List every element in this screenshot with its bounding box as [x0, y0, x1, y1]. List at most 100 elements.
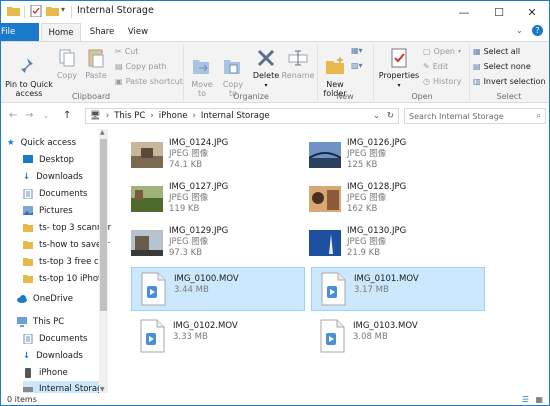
file-item-img-0126[interactable]: IMG_0126.JPG JPEG 图像 125 KB [309, 135, 479, 179]
file-item-img-0102[interactable]: IMG_0102.MOV 3.33 MB [131, 315, 305, 359]
breadcrumb-this-pc[interactable]: This PC [114, 111, 145, 121]
download-icon: ↓ [23, 171, 31, 182]
search-input[interactable]: Search Internal Storage [409, 112, 504, 121]
edit-button[interactable]: ✎ Edit [423, 61, 448, 72]
clipboard-group-label: Clipboard [71, 92, 111, 101]
file-item-img-0127[interactable]: IMG_0127.JPG JPEG 图像 119 KB [131, 179, 301, 223]
details-view-icon[interactable]: ☰ [522, 393, 529, 405]
help-icon[interactable]: ? [532, 25, 543, 36]
breadcrumb-internal-storage[interactable]: Internal Storage [201, 111, 270, 121]
delete-dropdown-icon[interactable]: ▾ [264, 82, 267, 89]
scrollbar-thumb[interactable] [100, 139, 107, 311]
folder-icon [7, 7, 20, 16]
file-item-img-0130[interactable]: IMG_0130.JPG JPEG 图像 21.9 KB [309, 223, 479, 267]
sidebar-item-label: Documents [39, 188, 88, 199]
address-dropdown-icon[interactable]: ⌄ [373, 111, 380, 121]
properties-icon[interactable] [30, 5, 43, 17]
open-label: Open [433, 47, 455, 56]
search-box[interactable]: Search Internal Storage ⌕ [404, 108, 546, 124]
paste-shortcut-button[interactable]: ▣ Paste shortcut [115, 76, 183, 87]
refresh-icon[interactable]: ↻ [387, 111, 394, 121]
sidebar-item-quick-access[interactable]: ★ Quick access [7, 135, 105, 150]
minimize-button[interactable]: — [447, 1, 481, 23]
chevron-right-icon: › [105, 111, 110, 121]
file-item-img-0103[interactable]: IMG_0103.MOV 3.08 MB [311, 315, 485, 359]
breadcrumb-iphone[interactable]: iPhone [159, 111, 188, 121]
pc-icon: 🖥 [90, 111, 101, 121]
new-item-icon[interactable]: ▦▾ [351, 46, 363, 55]
new-folder-icon[interactable] [46, 5, 59, 17]
file-item-img-0124[interactable]: IMG_0124.JPG JPEG 图像 74.1 KB [131, 135, 301, 179]
tab-share[interactable]: Share [85, 23, 119, 41]
file-type: JPEG 图像 [169, 149, 209, 159]
navigation-bar: ← → ⌄ ↑ 🖥 › This PC › iPhone › Internal … [1, 105, 549, 127]
movie-file-icon [317, 319, 347, 353]
recent-locations-icon[interactable]: ⌄ [43, 112, 49, 120]
forward-arrow-icon[interactable]: → [25, 110, 33, 121]
close-button[interactable]: ✕ [515, 1, 549, 23]
sidebar-item-label: Desktop [39, 154, 75, 165]
paste-label: Paste [85, 71, 107, 80]
maximize-button[interactable]: ☐ [482, 1, 516, 23]
delete-button[interactable]: Delete ▾ [251, 47, 281, 90]
copy-path-button[interactable]: ▤ Copy path [115, 61, 167, 72]
file-item-img-0129[interactable]: IMG_0129.JPG JPEG 图像 97.3 KB [131, 223, 301, 267]
documents-icon [23, 333, 33, 344]
file-item-img-0101[interactable]: IMG_0101.MOV 3.17 MB [311, 267, 485, 311]
file-size: 3.08 MB [353, 332, 388, 342]
tab-view[interactable]: View [123, 23, 153, 41]
invert-selection-icon: ▥ [473, 77, 481, 86]
copy-button[interactable]: Copy [55, 47, 79, 80]
file-item-img-0128[interactable]: IMG_0128.JPG JPEG 图像 162 KB [309, 179, 479, 223]
file-name: IMG_0126.JPG [347, 138, 407, 148]
movie-file-icon [137, 319, 167, 353]
expand-ribbon-icon[interactable]: ⌄ [516, 26, 523, 35]
file-item-img-0100[interactable]: IMG_0100.MOV 3.44 MB [131, 267, 305, 311]
rename-button[interactable]: Rename [281, 47, 315, 80]
star-icon: ★ [7, 137, 15, 148]
easy-access-icon[interactable]: ▨▾ [351, 61, 363, 70]
copy-path-icon: ▤ [115, 62, 123, 71]
file-type: JPEG 图像 [169, 193, 209, 203]
photo-thumbnail-icon [309, 186, 341, 212]
file-type: JPEG 图像 [169, 237, 209, 247]
select-none-button[interactable]: ▤ Select none [473, 61, 531, 72]
large-icons-view-icon[interactable]: ▦ [535, 393, 543, 405]
history-label: History [432, 77, 462, 86]
computer-icon [17, 316, 27, 327]
invert-selection-label: Invert selection [483, 77, 546, 86]
delete-label: Delete [252, 71, 280, 80]
select-all-button[interactable]: ▦ Select all [473, 46, 520, 57]
back-arrow-icon[interactable]: ← [9, 110, 17, 121]
copy-path-label: Copy path [125, 62, 167, 71]
properties-icon [391, 48, 407, 68]
file-size: 97.3 KB [169, 248, 203, 258]
copy-to-icon [224, 60, 240, 74]
phone-icon [25, 367, 31, 378]
open-button[interactable]: ▢ Open ▾ [423, 46, 461, 57]
history-button[interactable]: ◷ History [423, 76, 461, 87]
invert-selection-button[interactable]: ▥ Invert selection [473, 76, 546, 87]
cut-button[interactable]: ✂ Cut [115, 46, 139, 57]
file-name: IMG_0130.JPG [347, 226, 407, 236]
cloud-icon [17, 294, 27, 303]
scroll-down-icon[interactable]: ▼ [100, 386, 105, 393]
quick-access-toolbar-dropdown-icon[interactable]: ▾ [61, 5, 65, 14]
folder-icon [23, 223, 33, 232]
scroll-up-icon[interactable]: ▲ [100, 129, 105, 136]
chevron-right-icon: › [192, 111, 196, 121]
sidebar-item-label: OneDrive [33, 293, 73, 304]
sidebar-item-label: iPhone [39, 367, 68, 378]
file-name: IMG_0102.MOV [173, 321, 238, 331]
paste-button[interactable]: Paste [83, 47, 109, 80]
properties-button[interactable]: Properties ▾ [377, 47, 421, 90]
tab-home[interactable]: Home [41, 23, 81, 42]
sidebar-item-label: Downloads [36, 350, 83, 361]
address-bar[interactable]: 🖥 › This PC › iPhone › Internal Storage … [85, 108, 399, 124]
photo-thumbnail-icon [309, 142, 341, 168]
properties-dropdown-icon[interactable]: ▾ [397, 82, 400, 89]
cut-label: Cut [124, 47, 139, 56]
properties-label: Properties [378, 71, 420, 80]
up-arrow-icon[interactable]: ↑ [63, 110, 71, 121]
navigation-scrollbar[interactable]: ▲ ▼ [99, 129, 108, 393]
